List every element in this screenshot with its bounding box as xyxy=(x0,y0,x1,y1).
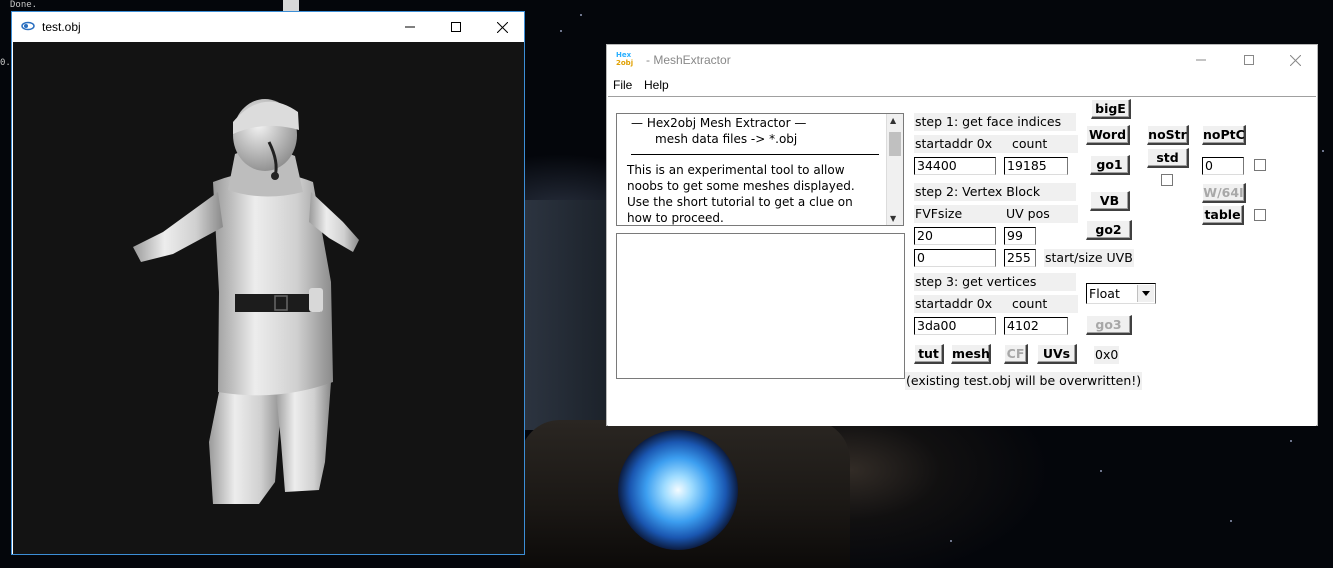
word-button[interactable]: Word xyxy=(1086,125,1130,145)
extractor-titlebar[interactable]: Hex 2obj - MeshExtractor xyxy=(607,45,1317,75)
fvfsize-field[interactable]: 20 xyxy=(914,227,996,245)
info-line: noobs to get some meshes displayed. xyxy=(627,179,855,193)
mesh-button[interactable]: mesh xyxy=(951,344,991,364)
info-scrollbar[interactable]: ▲ ▼ xyxy=(886,114,903,225)
character-mesh xyxy=(133,99,359,504)
info-line: how to proceed. xyxy=(627,211,724,225)
minimize-button[interactable] xyxy=(1178,45,1224,75)
bige-button[interactable]: bigE xyxy=(1091,99,1131,119)
step1-label: step 1: get face indices xyxy=(914,113,1076,131)
menu-bar: File Help xyxy=(607,75,1317,95)
step3-startaddr-label: startaddr 0x count xyxy=(914,295,1078,313)
std-button[interactable]: std xyxy=(1147,148,1189,168)
close-button[interactable] xyxy=(479,12,525,42)
cf-button[interactable]: CF xyxy=(1004,344,1028,364)
format-select[interactable]: Float xyxy=(1086,283,1156,304)
scroll-thumb[interactable] xyxy=(889,132,901,156)
step2-label: step 2: Vertex Block xyxy=(914,183,1076,201)
info-subheading: mesh data files -> *.obj xyxy=(655,132,798,146)
dims-label: 0x0 xyxy=(1094,346,1120,364)
uvb-label: start/size UVB xyxy=(1044,249,1134,267)
app-icon xyxy=(21,21,35,31)
close-button[interactable] xyxy=(1272,45,1318,75)
uvb-start-field[interactable]: 0 xyxy=(914,249,996,267)
go2-button[interactable]: go2 xyxy=(1086,220,1132,240)
uvpos-field[interactable]: 99 xyxy=(1004,227,1036,245)
thruster-glow xyxy=(618,430,738,550)
step2-fvf-label: FVFsize UV pos xyxy=(914,205,1078,223)
extractor-client: — Hex2obj Mesh Extractor — mesh data fil… xyxy=(608,96,1316,426)
mesh-extractor-window: Hex 2obj - MeshExtractor File Help — Hex… xyxy=(606,44,1318,426)
overwrite-warning: (existing test.obj will be overwritten!) xyxy=(905,372,1143,390)
nostr-button[interactable]: noStr xyxy=(1147,125,1189,145)
step3-count-field[interactable]: 4102 xyxy=(1004,317,1068,335)
step1-count-field[interactable]: 19185 xyxy=(1004,157,1068,175)
maximize-button[interactable] xyxy=(433,12,479,42)
step3-startaddr-field[interactable]: 3da00 xyxy=(914,317,996,335)
info-textbox[interactable]: — Hex2obj Mesh Extractor — mesh data fil… xyxy=(616,113,904,226)
table-checkbox[interactable] xyxy=(1254,209,1266,221)
minimize-icon xyxy=(1196,59,1206,61)
viewer-title: test.obj xyxy=(42,20,81,34)
uvb-size-field[interactable]: 255 xyxy=(1004,249,1036,267)
noptc-button[interactable]: noPtC xyxy=(1202,125,1246,145)
info-line: Use the short tutorial to get a clue on xyxy=(627,195,853,209)
viewer-titlebar[interactable]: test.obj xyxy=(12,12,524,42)
scroll-down-icon[interactable]: ▼ xyxy=(890,214,896,223)
step3-label: step 3: get vertices xyxy=(914,273,1076,291)
table-button[interactable]: table xyxy=(1202,205,1244,225)
terminal-text: Done. xyxy=(10,0,38,10)
go3-button[interactable]: go3 xyxy=(1086,315,1132,335)
maximize-icon xyxy=(451,22,461,32)
maximize-button[interactable] xyxy=(1226,45,1272,75)
tut-button[interactable]: tut xyxy=(914,344,944,364)
info-heading: — Hex2obj Mesh Extractor — xyxy=(631,116,807,130)
3d-viewport[interactable] xyxy=(13,42,524,554)
step1-startaddr-field[interactable]: 34400 xyxy=(914,157,996,175)
close-icon xyxy=(1289,54,1301,66)
side-field[interactable]: 0 xyxy=(1202,157,1244,175)
std-checkbox[interactable] xyxy=(1161,174,1173,186)
step1-startaddr-label: startaddr 0x count xyxy=(914,135,1078,153)
vb-button[interactable]: VB xyxy=(1090,191,1130,211)
maximize-icon xyxy=(1244,55,1254,65)
w64-button[interactable]: W/64I xyxy=(1202,183,1246,203)
uvs-button[interactable]: UVs xyxy=(1037,344,1077,364)
extractor-title: - MeshExtractor xyxy=(646,53,731,67)
menu-file[interactable]: File xyxy=(613,78,632,92)
minimize-button[interactable] xyxy=(387,12,433,42)
close-icon xyxy=(496,21,508,33)
log-textbox[interactable] xyxy=(616,233,905,379)
minimize-icon xyxy=(405,26,415,28)
menu-help[interactable]: Help xyxy=(644,78,669,92)
viewer-window: test.obj xyxy=(11,11,525,555)
side-checkbox[interactable] xyxy=(1254,159,1266,171)
terminal-value: 0. xyxy=(0,58,11,68)
info-line: This is an experimental tool to allow xyxy=(627,163,845,177)
scroll-up-icon[interactable]: ▲ xyxy=(890,116,896,125)
hex2obj-logo: Hex 2obj xyxy=(616,51,634,67)
chevron-down-icon xyxy=(1137,285,1154,302)
go1-button[interactable]: go1 xyxy=(1090,155,1130,175)
